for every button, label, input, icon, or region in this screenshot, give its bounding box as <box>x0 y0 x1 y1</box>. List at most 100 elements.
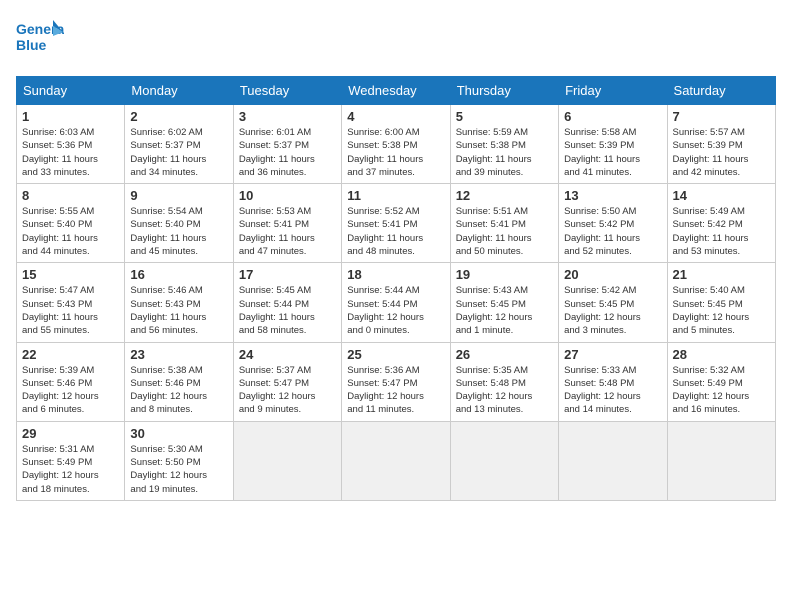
day-info: Sunrise: 5:54 AMSunset: 5:40 PMDaylight:… <box>130 205 227 258</box>
day-number: 9 <box>130 188 227 203</box>
day-info: Sunrise: 5:57 AMSunset: 5:39 PMDaylight:… <box>673 126 770 179</box>
day-info: Sunrise: 5:35 AMSunset: 5:48 PMDaylight:… <box>456 364 553 417</box>
day-info: Sunrise: 5:53 AMSunset: 5:41 PMDaylight:… <box>239 205 336 258</box>
day-info: Sunrise: 5:39 AMSunset: 5:46 PMDaylight:… <box>22 364 119 417</box>
day-info: Sunrise: 6:01 AMSunset: 5:37 PMDaylight:… <box>239 126 336 179</box>
day-cell-6: 6 Sunrise: 5:58 AMSunset: 5:39 PMDaylight… <box>559 105 667 184</box>
day-cell-25: 25 Sunrise: 5:36 AMSunset: 5:47 PMDayligh… <box>342 342 450 421</box>
day-number: 28 <box>673 347 770 362</box>
day-number: 21 <box>673 267 770 282</box>
day-cell-30: 30 Sunrise: 5:30 AMSunset: 5:50 PMDayligh… <box>125 421 233 500</box>
day-cell-18: 18Sunrise: 5:44 AMSunset: 5:44 PMDayligh… <box>342 263 450 342</box>
day-cell-3: 3 Sunrise: 6:01 AMSunset: 5:37 PMDaylight… <box>233 105 341 184</box>
day-cell-10: 10 Sunrise: 5:53 AMSunset: 5:41 PMDayligh… <box>233 184 341 263</box>
logo-bird-icon: General Blue <box>16 16 64 64</box>
day-number: 10 <box>239 188 336 203</box>
day-number: 5 <box>456 109 553 124</box>
day-info: Sunrise: 5:47 AMSunset: 5:43 PMDaylight:… <box>22 284 119 337</box>
empty-cell <box>233 421 341 500</box>
day-number: 3 <box>239 109 336 124</box>
day-info: Sunrise: 5:55 AMSunset: 5:40 PMDaylight:… <box>22 205 119 258</box>
day-info: Sunrise: 6:02 AMSunset: 5:37 PMDaylight:… <box>130 126 227 179</box>
day-number: 30 <box>130 426 227 441</box>
calendar-week-1: 1 Sunrise: 6:03 AMSunset: 5:36 PMDaylight… <box>17 105 776 184</box>
day-info: Sunrise: 5:30 AMSunset: 5:50 PMDaylight:… <box>130 443 227 496</box>
day-cell-15: 15 Sunrise: 5:47 AMSunset: 5:43 PMDayligh… <box>17 263 125 342</box>
day-cell-21: 21 Sunrise: 5:40 AMSunset: 5:45 PMDayligh… <box>667 263 775 342</box>
day-number: 1 <box>22 109 119 124</box>
day-number: 2 <box>130 109 227 124</box>
day-number: 27 <box>564 347 661 362</box>
day-cell-17: 17Sunrise: 5:45 AMSunset: 5:44 PMDayligh… <box>233 263 341 342</box>
day-number: 22 <box>22 347 119 362</box>
day-cell-4: 4 Sunrise: 6:00 AMSunset: 5:38 PMDaylight… <box>342 105 450 184</box>
day-number: 24 <box>239 347 336 362</box>
logo: General Blue <box>16 16 64 64</box>
day-number: 7 <box>673 109 770 124</box>
day-number: 26 <box>456 347 553 362</box>
day-info: Sunrise: 6:03 AMSunset: 5:36 PMDaylight:… <box>22 126 119 179</box>
calendar-week-4: 22 Sunrise: 5:39 AMSunset: 5:46 PMDayligh… <box>17 342 776 421</box>
day-cell-20: 20 Sunrise: 5:42 AMSunset: 5:45 PMDayligh… <box>559 263 667 342</box>
day-info: Sunrise: 5:50 AMSunset: 5:42 PMDaylight:… <box>564 205 661 258</box>
day-info: Sunrise: 5:42 AMSunset: 5:45 PMDaylight:… <box>564 284 661 337</box>
day-number: 4 <box>347 109 444 124</box>
day-number: 16 <box>130 267 227 282</box>
day-cell-29: 29 Sunrise: 5:31 AMSunset: 5:49 PMDayligh… <box>17 421 125 500</box>
day-cell-14: 14 Sunrise: 5:49 AMSunset: 5:42 PMDayligh… <box>667 184 775 263</box>
day-number: 29 <box>22 426 119 441</box>
day-number: 23 <box>130 347 227 362</box>
svg-text:Blue: Blue <box>16 37 47 53</box>
day-number: 11 <box>347 188 444 203</box>
day-cell-16: 16 Sunrise: 5:46 AMSunset: 5:43 PMDayligh… <box>125 263 233 342</box>
calendar-week-3: 15 Sunrise: 5:47 AMSunset: 5:43 PMDayligh… <box>17 263 776 342</box>
day-number: 18 <box>347 267 444 282</box>
day-header-friday: Friday <box>559 77 667 105</box>
day-header-monday: Monday <box>125 77 233 105</box>
day-info: Sunrise: 5:46 AMSunset: 5:43 PMDaylight:… <box>130 284 227 337</box>
day-info: Sunrise: 5:32 AMSunset: 5:49 PMDaylight:… <box>673 364 770 417</box>
day-info: Sunrise: 5:38 AMSunset: 5:46 PMDaylight:… <box>130 364 227 417</box>
day-cell-8: 8 Sunrise: 5:55 AMSunset: 5:40 PMDaylight… <box>17 184 125 263</box>
day-number: 25 <box>347 347 444 362</box>
day-cell-27: 27Sunrise: 5:33 AMSunset: 5:48 PMDayligh… <box>559 342 667 421</box>
day-cell-11: 11 Sunrise: 5:52 AMSunset: 5:41 PMDayligh… <box>342 184 450 263</box>
day-info: Sunrise: 6:00 AMSunset: 5:38 PMDaylight:… <box>347 126 444 179</box>
day-info: Sunrise: 5:37 AMSunset: 5:47 PMDaylight:… <box>239 364 336 417</box>
day-cell-26: 26 Sunrise: 5:35 AMSunset: 5:48 PMDayligh… <box>450 342 558 421</box>
day-header-thursday: Thursday <box>450 77 558 105</box>
day-number: 14 <box>673 188 770 203</box>
day-cell-28: 28 Sunrise: 5:32 AMSunset: 5:49 PMDayligh… <box>667 342 775 421</box>
day-info: Sunrise: 5:59 AMSunset: 5:38 PMDaylight:… <box>456 126 553 179</box>
day-info: Sunrise: 5:58 AMSunset: 5:39 PMDaylight:… <box>564 126 661 179</box>
day-number: 8 <box>22 188 119 203</box>
day-cell-22: 22 Sunrise: 5:39 AMSunset: 5:46 PMDayligh… <box>17 342 125 421</box>
day-number: 13 <box>564 188 661 203</box>
day-cell-2: 2 Sunrise: 6:02 AMSunset: 5:37 PMDaylight… <box>125 105 233 184</box>
day-number: 20 <box>564 267 661 282</box>
day-cell-9: 9 Sunrise: 5:54 AMSunset: 5:40 PMDaylight… <box>125 184 233 263</box>
day-cell-23: 23 Sunrise: 5:38 AMSunset: 5:46 PMDayligh… <box>125 342 233 421</box>
day-info: Sunrise: 5:31 AMSunset: 5:49 PMDaylight:… <box>22 443 119 496</box>
day-number: 6 <box>564 109 661 124</box>
day-cell-13: 13 Sunrise: 5:50 AMSunset: 5:42 PMDayligh… <box>559 184 667 263</box>
page-header: General Blue <box>16 16 776 64</box>
empty-cell <box>342 421 450 500</box>
day-cell-24: 24 Sunrise: 5:37 AMSunset: 5:47 PMDayligh… <box>233 342 341 421</box>
empty-cell <box>559 421 667 500</box>
day-info: Sunrise: 5:40 AMSunset: 5:45 PMDaylight:… <box>673 284 770 337</box>
day-info: Sunrise: 5:52 AMSunset: 5:41 PMDaylight:… <box>347 205 444 258</box>
day-cell-5: 5 Sunrise: 5:59 AMSunset: 5:38 PMDaylight… <box>450 105 558 184</box>
empty-cell <box>667 421 775 500</box>
day-number: 12 <box>456 188 553 203</box>
day-cell-19: 19Sunrise: 5:43 AMSunset: 5:45 PMDayligh… <box>450 263 558 342</box>
calendar-week-5: 29 Sunrise: 5:31 AMSunset: 5:49 PMDayligh… <box>17 421 776 500</box>
day-cell-1: 1 Sunrise: 6:03 AMSunset: 5:36 PMDaylight… <box>17 105 125 184</box>
day-header-tuesday: Tuesday <box>233 77 341 105</box>
day-number: 15 <box>22 267 119 282</box>
day-info: Sunrise: 5:49 AMSunset: 5:42 PMDaylight:… <box>673 205 770 258</box>
calendar-header-row: SundayMondayTuesdayWednesdayThursdayFrid… <box>17 77 776 105</box>
day-header-sunday: Sunday <box>17 77 125 105</box>
day-cell-7: 7 Sunrise: 5:57 AMSunset: 5:39 PMDaylight… <box>667 105 775 184</box>
day-info: Sunrise: 5:36 AMSunset: 5:47 PMDaylight:… <box>347 364 444 417</box>
